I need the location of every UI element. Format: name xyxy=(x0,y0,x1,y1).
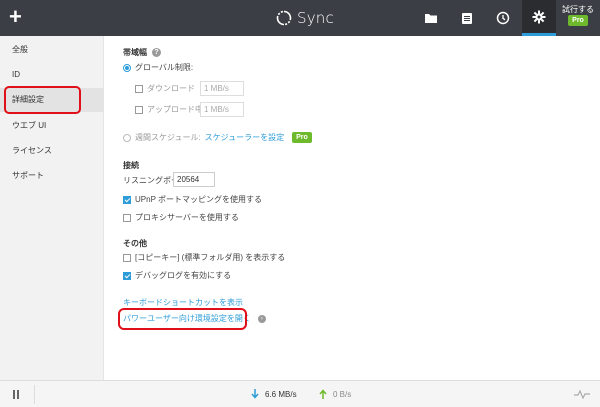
proxy-label: プロキシサーバーを使用する xyxy=(135,213,239,222)
highlight-annotation-sidebar xyxy=(4,86,81,114)
sidebar-item-web-ui[interactable]: ウエブ UI xyxy=(0,114,104,138)
other-title: その他 xyxy=(123,239,147,248)
upnp-label: UPnP ポートマッピングを使用する xyxy=(135,195,262,204)
bandwidth-section-title: 帯域幅 ? xyxy=(123,47,161,58)
connection-title: 接続 xyxy=(123,161,139,170)
upload-limit-checkbox[interactable] xyxy=(135,105,143,114)
clock-icon xyxy=(496,11,510,25)
arrow-up-icon xyxy=(319,389,327,399)
sidebar-item-general[interactable]: 全般 xyxy=(0,38,104,62)
activity-icon xyxy=(574,389,590,399)
arrow-right-icon: › xyxy=(257,314,266,323)
history-button[interactable] xyxy=(486,0,520,36)
debug-log-option[interactable]: デバッグログを有効にする xyxy=(123,270,231,281)
download-speed: 6.6 MB/s xyxy=(251,389,297,399)
copy-key-option[interactable]: [コピーキー] (標準フォルダ用) を表示する xyxy=(123,252,285,263)
download-limit-input[interactable]: 1 MB/s xyxy=(200,81,244,96)
weekly-schedule-option[interactable]: 週間スケジュール: スケジューラーを設定 Pro xyxy=(123,132,312,143)
proxy-option[interactable]: プロキシサーバーを使用する xyxy=(123,212,239,223)
document-list-icon xyxy=(462,12,472,24)
help-icon[interactable]: ? xyxy=(152,48,161,57)
copy-key-checkbox[interactable] xyxy=(123,253,131,262)
upload-speed: 0 B/s xyxy=(319,389,351,399)
upnp-option[interactable]: UPnP ポートマッピングを使用する xyxy=(123,194,262,205)
divider xyxy=(34,385,35,404)
bandwidth-title: 帯域幅 xyxy=(123,48,147,57)
highlight-annotation-power-user xyxy=(118,308,247,330)
pro-badge: Pro xyxy=(568,15,588,26)
upload-limit-label: アップロード中 xyxy=(147,105,203,114)
transfers-button[interactable] xyxy=(450,0,484,36)
app-title: Sync xyxy=(297,9,334,27)
trial-label: 試行する xyxy=(562,5,594,14)
trial-button[interactable]: 試行する Pro xyxy=(558,5,598,33)
upload-limit-option[interactable]: アップロード中 xyxy=(135,104,203,115)
upload-speed-value: 0 B/s xyxy=(333,389,352,399)
global-limit-radio[interactable] xyxy=(123,63,131,72)
global-limit-option[interactable]: グローバル制限: xyxy=(123,62,193,73)
proxy-checkbox[interactable] xyxy=(123,213,131,222)
top-bar: + Sync 試行する Pro xyxy=(0,0,600,36)
debug-log-checkbox[interactable] xyxy=(123,271,131,280)
sidebar-item-identity[interactable]: ID xyxy=(0,63,104,87)
keyboard-shortcuts-link[interactable]: キーボードショートカットを表示 xyxy=(123,297,243,308)
status-bar: 6.6 MB/s 0 B/s xyxy=(0,380,600,407)
download-limit-checkbox[interactable] xyxy=(135,84,143,93)
scheduler-pro-badge: Pro xyxy=(292,132,312,143)
download-limit-label: ダウンロード xyxy=(147,84,195,93)
download-speed-value: 6.6 MB/s xyxy=(265,389,297,399)
listening-port-input[interactable]: 20564 xyxy=(173,172,215,187)
sidebar-item-support[interactable]: サポート xyxy=(0,164,104,188)
weekly-schedule-label: 週間スケジュール: xyxy=(135,133,201,142)
folder-button[interactable] xyxy=(414,0,448,36)
sync-logo-icon xyxy=(276,10,292,26)
global-limit-label: グローバル制限: xyxy=(135,63,194,72)
arrow-down-icon xyxy=(251,389,259,399)
scheduler-link[interactable]: スケジューラーを設定 xyxy=(205,132,284,143)
folder-icon xyxy=(425,14,437,23)
settings-button[interactable] xyxy=(522,0,556,36)
debug-log-label: デバッグログを有効にする xyxy=(135,271,232,280)
copy-key-label: [コピーキー] (標準フォルダ用) を表示する xyxy=(135,253,286,262)
download-limit-option[interactable]: ダウンロード xyxy=(135,83,195,94)
pause-icon[interactable] xyxy=(12,390,20,399)
add-folder-button[interactable]: + xyxy=(9,6,29,30)
sidebar-item-license[interactable]: ライセンス xyxy=(0,139,104,163)
app-logo: Sync xyxy=(276,9,334,27)
weekly-schedule-radio[interactable] xyxy=(123,133,131,142)
gear-icon xyxy=(532,10,546,23)
upload-limit-input[interactable]: 1 MB/s xyxy=(200,102,244,117)
upnp-checkbox[interactable] xyxy=(123,195,131,204)
